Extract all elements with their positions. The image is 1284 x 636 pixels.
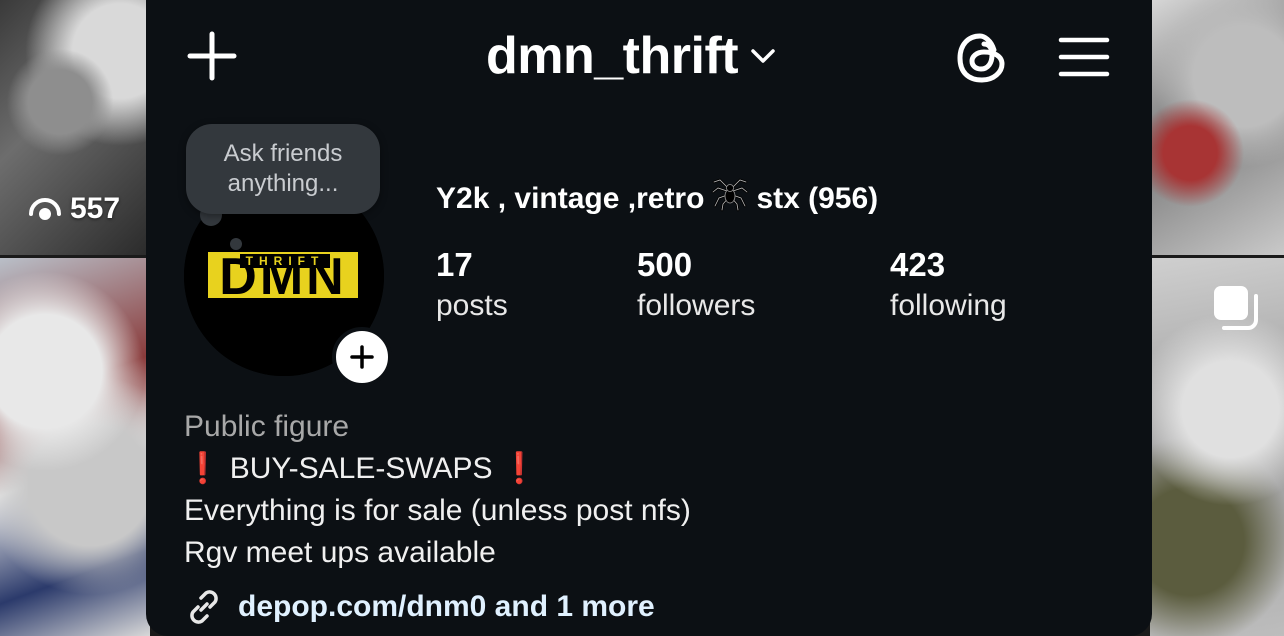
posts-stat[interactable]: 17 posts (436, 244, 508, 326)
view-count: 557 (28, 192, 120, 226)
view-count-value: 557 (70, 192, 121, 225)
link-icon (190, 590, 218, 624)
plus-icon (350, 345, 374, 369)
create-button[interactable] (186, 30, 238, 82)
threads-icon (957, 33, 1005, 83)
bio-line-2: Everything is for sale (unless post nfs) (184, 494, 691, 527)
bio-line-1: ❗ BUY-SALE-SWAPS ❗ (184, 448, 538, 490)
following-stat[interactable]: 423 following (890, 244, 1007, 326)
menu-button[interactable] (1058, 34, 1110, 80)
following-count: 423 (890, 246, 946, 283)
logo-sub-text: THRIFT (246, 254, 325, 268)
following-label: following (890, 289, 1007, 322)
note-text: Ask friends anything... (223, 140, 343, 197)
grid-thumbnail-left-bottom[interactable] (0, 258, 150, 636)
note-bubble-tail-small (230, 238, 242, 250)
spider-icon (710, 172, 750, 225)
account-switcher[interactable]: dmn_thrift (486, 24, 776, 88)
add-story-button[interactable] (332, 327, 392, 387)
chevron-down-icon (751, 49, 775, 63)
bio-link[interactable]: depop.com/dnm0 and 1 more (184, 586, 655, 628)
followers-count: 500 (637, 246, 693, 283)
posts-count: 17 (436, 246, 473, 283)
views-icon (28, 194, 62, 224)
grid-thumbnail-right-top[interactable] (1150, 0, 1284, 255)
hamburger-menu-icon (1058, 37, 1110, 77)
plus-icon (187, 31, 237, 81)
followers-label: followers (637, 289, 756, 322)
profile-card: dmn_thrift DMN THRIFT Ask friends anythi… (146, 0, 1152, 636)
profile-name: Y2k , vintage ,retro stx (956) (436, 172, 878, 225)
bio-line-3: Rgv meet ups available (184, 536, 496, 569)
profile-category: Public figure (184, 410, 350, 443)
profile-name-part1: Y2k , vintage ,retro (436, 181, 705, 215)
username: dmn_thrift (486, 27, 739, 85)
carousel-icon (1212, 284, 1262, 337)
exclamation-icon: ❗ (500, 452, 539, 485)
exclamation-icon: ❗ (184, 452, 222, 485)
bio-line-1-text: BUY-SALE-SWAPS (229, 452, 493, 485)
threads-button[interactable] (954, 30, 1010, 86)
followers-stat[interactable]: 500 followers (637, 244, 755, 326)
profile-name-part2: stx (956) (756, 181, 879, 215)
link-text: depop.com/dnm0 and 1 more (238, 590, 655, 623)
note-bubble[interactable]: Ask friends anything... (186, 124, 380, 214)
posts-label: posts (436, 289, 508, 322)
